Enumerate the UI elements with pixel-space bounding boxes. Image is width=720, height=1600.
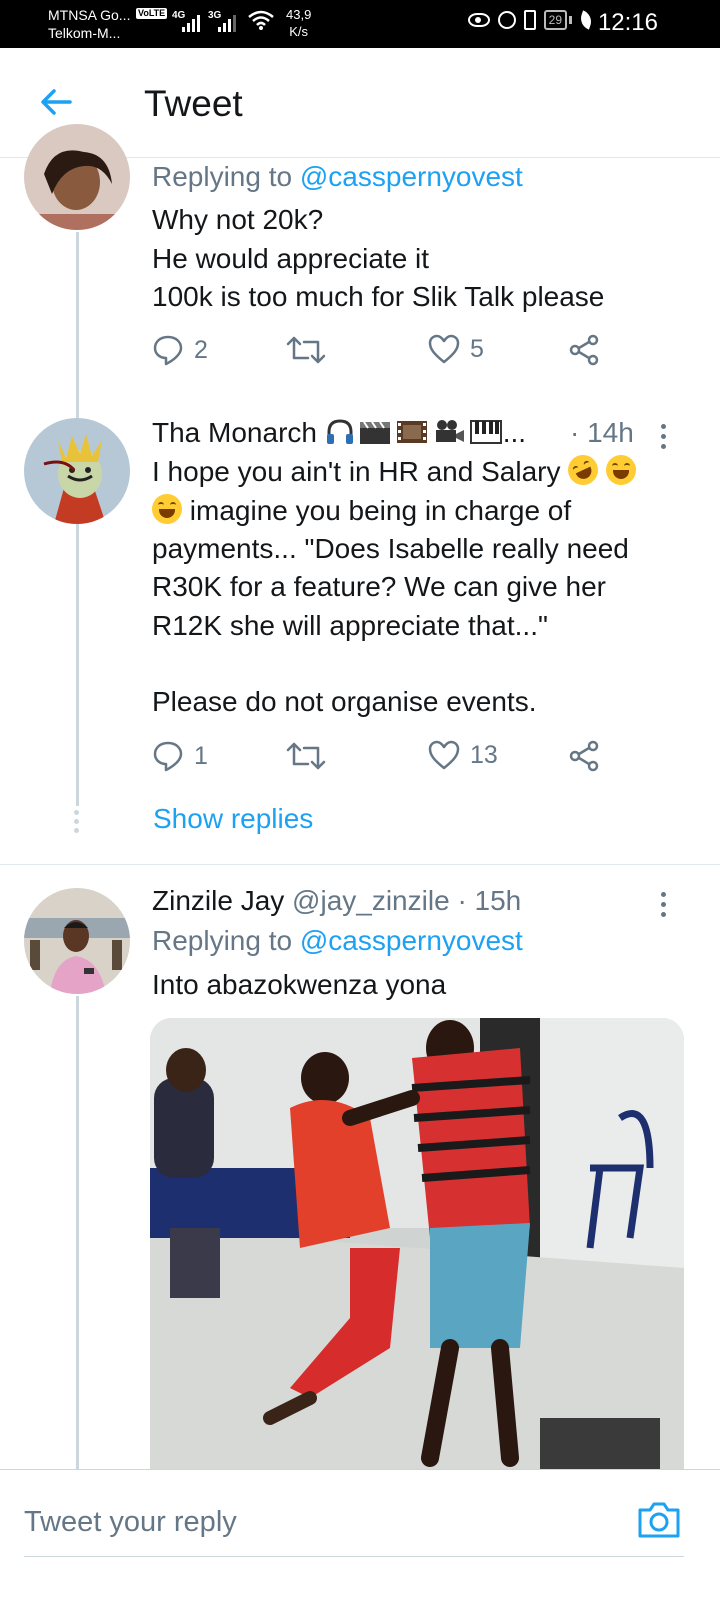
tweet-text-line: Why not 20k?	[152, 204, 324, 235]
retweet-icon	[286, 336, 326, 364]
display-name[interactable]: Zinzile Jay	[152, 885, 284, 916]
like-button[interactable]: 13	[428, 740, 498, 770]
headphones-icon	[326, 419, 353, 444]
clapper-board-icon	[359, 421, 390, 444]
like-count: 5	[470, 334, 484, 363]
tweet-text-line: Please do not organise events.	[152, 686, 537, 717]
carrier-names: MTNSA Go... Telkom-M...	[48, 6, 130, 42]
replying-handle-link[interactable]: @casspernyovest	[300, 161, 523, 192]
battery-icon: 29	[543, 10, 572, 30]
replying-prefix: Replying to	[152, 161, 293, 192]
tweet-actions: 2 5	[152, 334, 612, 374]
tweet-text-segment: I hope you ain't in HR and Salary	[152, 456, 561, 487]
like-button[interactable]: 5	[428, 334, 484, 364]
back-arrow-icon[interactable]	[36, 82, 76, 122]
piano-keys-icon	[469, 420, 502, 444]
more-icon[interactable]	[655, 888, 672, 921]
thread-ellipsis	[74, 810, 79, 833]
speed-unit: K/s	[289, 24, 309, 39]
tweet-text-line: Into abazokwenza yona	[152, 969, 447, 1000]
status-bar: MTNSA Go... Telkom-M... VoLTE 4G 3G 43,9…	[0, 0, 720, 48]
composer-divider	[24, 1556, 684, 1557]
more-icon[interactable]	[655, 420, 672, 453]
avatar[interactable]	[24, 124, 130, 230]
reply-button[interactable]: 1	[152, 740, 208, 772]
tweet-text-line: R12K she will appreciate that..."	[152, 610, 548, 641]
vibrate-icon	[523, 10, 536, 30]
user-handle[interactable]: @jay_zinzile	[292, 885, 450, 916]
tweet-text-line: R30K for a feature? We can give her	[152, 571, 606, 602]
replying-to: Replying to @casspernyovest	[152, 922, 523, 961]
power-saving-icon	[577, 10, 595, 30]
eye-comfort-icon	[467, 13, 490, 27]
status-icons: 29	[467, 10, 595, 30]
film-frames-icon	[396, 421, 427, 443]
tweet-header: Zinzile Jay @jay_zinzile · 15h	[152, 882, 521, 921]
joy-emoji-icon	[606, 455, 637, 485]
signal-icon-2	[218, 14, 236, 32]
like-icon	[428, 740, 460, 770]
tweet-text-segment: imagine you being in charge of	[189, 495, 572, 526]
share-button[interactable]	[568, 740, 600, 772]
clock: 12:16	[597, 9, 658, 36]
avatar[interactable]	[24, 418, 130, 524]
tweet-text-line: I hope you ain't in HR and Salary	[152, 450, 637, 492]
movie-camera-icon	[435, 420, 464, 442]
data-speed: 43,9 K/s	[286, 6, 311, 40]
thread-line	[76, 996, 79, 1470]
tweet-text-line: 100k is too much for Slik Talk please	[152, 281, 605, 312]
name-truncation: ...	[502, 417, 527, 448]
page-title: Tweet	[144, 83, 243, 124]
divider	[0, 864, 720, 865]
replying-handle-link[interactable]: @casspernyovest	[300, 925, 523, 956]
alarm-icon	[497, 11, 516, 29]
retweet-icon	[286, 742, 326, 770]
reply-count: 1	[194, 741, 208, 770]
signal-icon	[182, 14, 200, 32]
carrier-1: MTNSA Go...	[48, 7, 131, 23]
show-replies-link[interactable]: Show replies	[153, 800, 313, 838]
reply-count: 2	[194, 335, 208, 364]
wifi-icon	[248, 10, 274, 30]
share-button[interactable]	[568, 334, 600, 366]
like-count: 13	[470, 740, 498, 769]
share-icon	[569, 334, 599, 366]
tweet-text-line: He would appreciate it	[152, 243, 430, 274]
tweet-time: · 14h	[570, 417, 634, 448]
like-icon	[428, 334, 460, 364]
joy-emoji-icon	[152, 494, 182, 524]
reply-icon	[153, 741, 183, 772]
name-emoji-icons	[325, 418, 503, 446]
carrier-2: Telkom-M...	[48, 25, 121, 41]
replying-to: Replying to @casspernyovest	[152, 158, 523, 197]
replying-prefix: Replying to	[152, 925, 293, 956]
tweet-actions: 1 13	[152, 740, 612, 780]
tweet-header: Tha Monarch ...	[152, 414, 526, 453]
retweet-button[interactable]	[286, 740, 326, 772]
volte-badge: VoLTE	[136, 8, 168, 19]
reply-input[interactable]	[24, 1500, 604, 1544]
tweet-video-thumbnail[interactable]	[150, 1018, 684, 1470]
retweet-button[interactable]	[286, 334, 326, 366]
reply-icon	[153, 335, 183, 366]
tweet-text-line: imagine you being in charge of	[152, 492, 571, 531]
battery-level: 29	[543, 10, 567, 30]
reply-composer	[0, 1469, 720, 1600]
avatar[interactable]	[24, 888, 130, 994]
display-name[interactable]: Tha Monarch	[152, 417, 317, 448]
speed-value: 43,9	[286, 7, 312, 22]
rofl-emoji-icon	[563, 450, 604, 490]
reply-button[interactable]: 2	[152, 334, 208, 366]
tweet-time: · 15h	[457, 885, 522, 916]
tweet-text-line: payments... "Does Isabelle really need	[152, 533, 629, 564]
camera-icon[interactable]	[636, 1500, 682, 1540]
share-icon	[569, 740, 599, 772]
